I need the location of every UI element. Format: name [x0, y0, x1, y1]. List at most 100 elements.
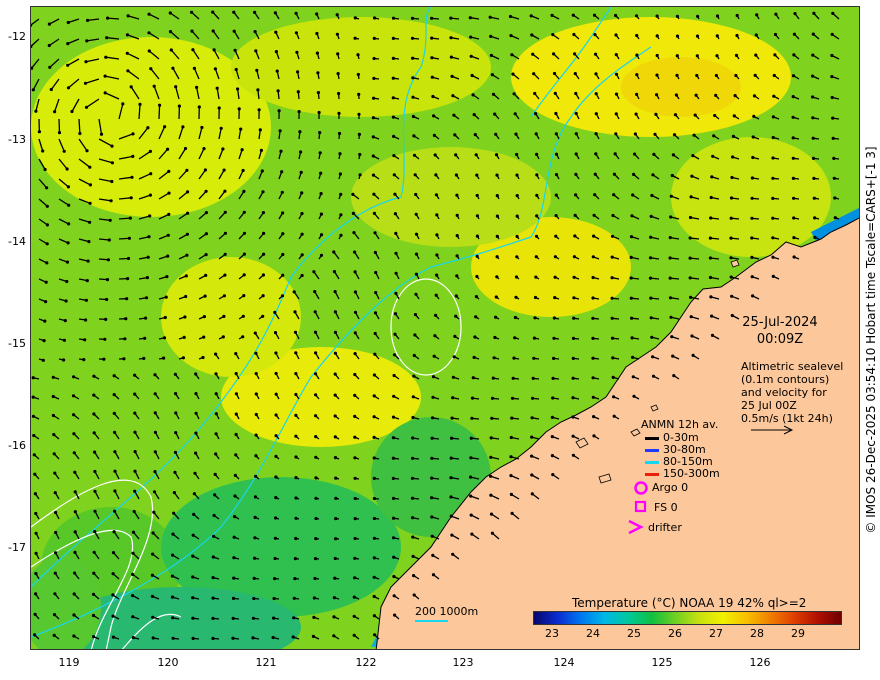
velocity-arrow-head: [52, 613, 57, 617]
velocity-arrow-head: [129, 85, 133, 89]
velocity-arrow-head: [131, 530, 136, 534]
velocity-arrow-head: [774, 12, 778, 16]
velocity-arrow-head: [833, 216, 837, 220]
velocity-arrow-head: [312, 270, 316, 274]
velocity-arrow-head: [242, 294, 246, 298]
velocity-arrow-head: [109, 199, 113, 203]
velocity-arrow-head: [668, 236, 672, 240]
velocity-arrow-head: [300, 273, 304, 278]
depth-label: 150-300m: [663, 467, 720, 480]
velocity-arrow-head: [113, 430, 117, 434]
x-tick-label: 126: [749, 656, 771, 669]
velocity-arrow-head: [571, 396, 575, 400]
velocity-arrow-head: [54, 551, 58, 555]
velocity-arrow-head: [495, 255, 499, 259]
velocity-arrow-head: [223, 231, 227, 235]
velocity-arrow-head: [611, 375, 615, 379]
velocity-arrow-head: [92, 393, 96, 397]
velocity-arrow-head: [371, 116, 375, 120]
velocity-arrow-head: [149, 67, 153, 71]
depth-arrow-icon: [645, 436, 659, 440]
velocity-arrow-head: [144, 316, 148, 320]
velocity-arrow-head: [591, 275, 595, 280]
velocity-arrow-head: [219, 126, 223, 130]
velocity-arrow-head: [695, 73, 699, 78]
velocity-arrow-head: [254, 392, 258, 396]
velocity-arrow-head: [318, 151, 322, 155]
velocity-arrow-head: [357, 112, 361, 116]
velocity-arrow-head: [294, 496, 298, 500]
velocity-arrow-head: [394, 251, 398, 255]
velocity-arrow-head: [231, 636, 235, 640]
velocity-arrow-head: [185, 168, 189, 172]
velocity-arrow-head: [373, 633, 377, 637]
x-tick-label: 123: [452, 656, 474, 669]
velocity-arrow-head: [332, 634, 336, 638]
velocity-arrow-head: [394, 231, 398, 235]
velocity-arrow-head: [571, 13, 575, 17]
velocity-arrow-head: [92, 374, 96, 378]
velocity-arrow-head: [300, 253, 304, 257]
velocity-arrow-head: [172, 511, 176, 515]
velocity-arrow-head: [62, 358, 66, 362]
velocity-arrow-head: [186, 190, 190, 194]
velocity-arrow-head: [275, 69, 279, 73]
velocity-arrow-head: [333, 372, 337, 376]
velocity-arrow-head: [468, 16, 472, 20]
velocity-arrow-head: [632, 394, 636, 398]
velocity-arrow-head: [651, 355, 655, 359]
velocity-arrow-head: [535, 214, 539, 218]
velocity-arrow-head: [792, 236, 796, 240]
velocity-arrow-head: [107, 238, 111, 242]
velocity-arrow-head: [253, 331, 257, 335]
velocity-arrow-head: [256, 88, 260, 92]
velocity-arrow-head: [41, 358, 45, 362]
velocity-arrow-head: [262, 231, 266, 235]
velocity-arrow-head: [133, 489, 137, 493]
velocity-arrow-head: [353, 556, 357, 560]
velocity-arrow-head: [333, 310, 337, 314]
velocity-arrow-head: [211, 596, 215, 600]
velocity-arrow-head: [333, 456, 338, 460]
velocity-arrow-head: [169, 48, 173, 52]
velocity-arrow-head: [771, 135, 775, 140]
velocity-arrow-head: [239, 127, 243, 131]
velocity-arrow: [107, 17, 120, 20]
velocity-arrow-head: [694, 93, 698, 97]
velocity-arrow-head: [449, 55, 453, 59]
velocity-arrow-head: [771, 274, 775, 278]
velocity-arrow-head: [147, 235, 151, 239]
velocity-arrow-head: [352, 614, 356, 618]
velocity-arrow-head: [730, 313, 734, 318]
velocity-arrow-head: [592, 234, 596, 238]
velocity-arrow-head: [529, 14, 533, 18]
velocity-arrow-head: [73, 571, 77, 575]
velocity-arrow-head: [372, 56, 376, 61]
velocity-arrow-head: [515, 152, 519, 157]
velocity-arrow-head: [54, 510, 58, 515]
velocity-arrow-head: [452, 113, 456, 117]
velocity-arrow-head: [372, 496, 376, 501]
velocity-arrow-head: [190, 10, 194, 14]
velocity-arrow-head: [333, 435, 337, 439]
velocity-arrow-head: [655, 93, 659, 97]
velocity-arrow-head: [374, 291, 378, 295]
velocity-arrow-head: [204, 232, 208, 236]
velocity-arrow-head: [274, 516, 278, 520]
velocity-arrow-head: [254, 474, 258, 478]
velocity-arrow-head: [509, 492, 513, 496]
velocity-arrow-head: [391, 115, 395, 119]
velocity-arrow-head: [300, 191, 304, 195]
velocity-arrow-head: [146, 255, 150, 259]
velocity-arrow-head: [414, 192, 418, 197]
velocity-arrow-head: [274, 413, 278, 417]
velocity-arrow-head: [754, 53, 758, 57]
velocity-arrow-head: [72, 451, 76, 455]
velocity-arrow-head: [550, 13, 554, 17]
velocity-arrow-head: [531, 52, 535, 56]
velocity-arrow-head: [372, 536, 376, 540]
velocity-arrow-head: [274, 434, 278, 438]
velocity-arrow-head: [223, 273, 227, 277]
map-panel[interactable]: [30, 6, 860, 650]
velocity-arrow-head: [509, 474, 513, 478]
